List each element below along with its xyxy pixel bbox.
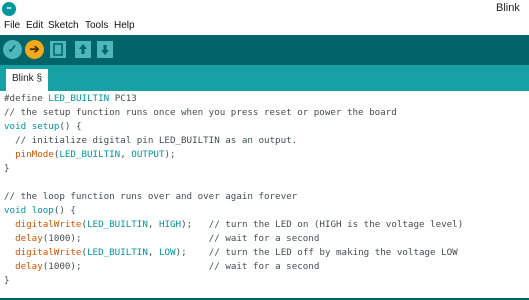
tab-blink[interactable]: Blink § (6, 69, 48, 91)
tab-bar: Blink § (0, 65, 529, 91)
menu-tools[interactable]: Tools (85, 20, 108, 31)
window-title: Blink (496, 2, 520, 14)
new-file-icon (53, 43, 63, 56)
menu-file[interactable]: File (4, 20, 20, 31)
new-sketch-button[interactable] (50, 41, 66, 58)
menu-help[interactable]: Help (114, 20, 135, 31)
menu-bar: File Edit Sketch Tools Help (0, 18, 529, 35)
code-line: pinMode(LED_BUILTIN, OUTPUT); (15, 149, 176, 160)
save-sketch-button[interactable] (97, 41, 113, 58)
menu-edit[interactable]: Edit (26, 20, 43, 31)
verify-button[interactable]: ✓ (3, 40, 22, 59)
code-line: void setup() { (4, 121, 82, 132)
arrow-right-icon: ➔ (29, 42, 40, 56)
code-editor[interactable]: #define LED_BUILTIN PC13 // the setup fu… (0, 91, 529, 300)
code-line: delay(1000); // wait for a second (15, 261, 320, 272)
open-up-icon (79, 44, 87, 54)
arduino-logo-icon: ∞ (2, 2, 16, 16)
save-down-icon (101, 45, 109, 55)
code-line: #define LED_BUILTIN PC13 (4, 93, 137, 104)
code-line: digitalWrite(LED_BUILTIN, HIGH); // turn… (15, 219, 464, 230)
code-line: digitalWrite(LED_BUILTIN, LOW); // turn … (15, 247, 458, 258)
code-line: // initialize digital pin LED_BUILTIN as… (4, 135, 298, 146)
code-line: } (4, 275, 10, 286)
code-line: void loop() { (4, 205, 76, 216)
code-line: delay(1000); // wait for a second (15, 233, 320, 244)
open-sketch-button[interactable] (75, 41, 91, 58)
code-line: // the loop function runs over and over … (4, 191, 298, 202)
title-bar: ∞ Blink (0, 0, 529, 18)
menu-sketch[interactable]: Sketch (48, 20, 79, 31)
upload-button[interactable]: ➔ (25, 40, 44, 59)
toolbar: ✓ ➔ (0, 35, 529, 65)
code-line: // the setup function runs once when you… (4, 107, 397, 118)
code-line: } (4, 163, 10, 174)
check-icon: ✓ (7, 42, 18, 56)
